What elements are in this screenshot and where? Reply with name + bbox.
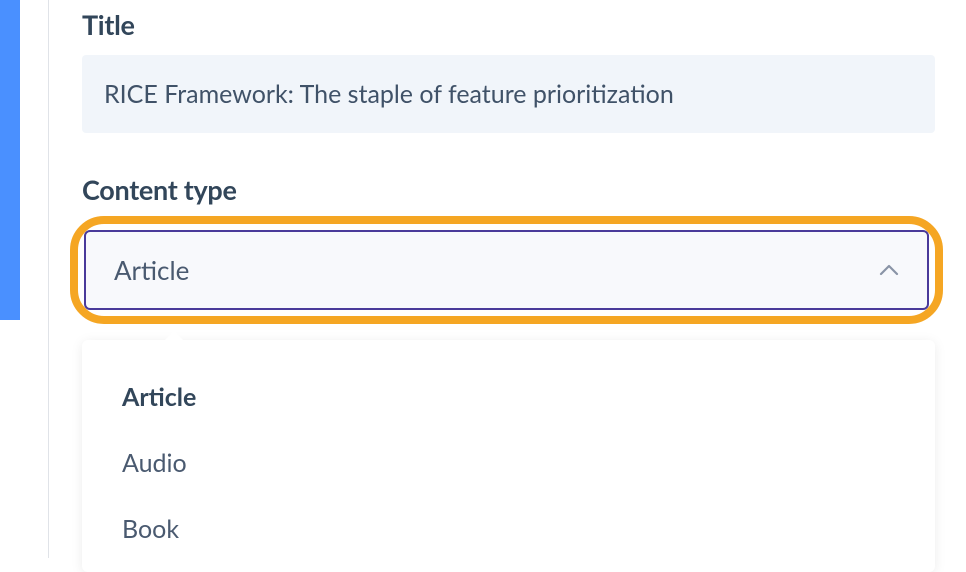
dropdown-option-article[interactable]: Article [82, 364, 935, 430]
content-type-dropdown: Article Audio Book [82, 340, 935, 572]
form-content: Title Content type Article [82, 0, 936, 324]
chevron-up-icon [879, 264, 899, 276]
highlight-annotation: Article [70, 216, 943, 324]
dropdown-option-audio[interactable]: Audio [82, 430, 935, 496]
content-type-selected-value: Article [114, 254, 189, 286]
dropdown-pointer [164, 331, 184, 341]
title-label: Title [82, 8, 936, 41]
content-type-select[interactable]: Article [84, 230, 929, 310]
dropdown-option-book[interactable]: Book [82, 496, 935, 562]
left-accent-bar [0, 0, 20, 320]
title-input[interactable] [82, 55, 935, 133]
vertical-divider [48, 0, 49, 558]
content-type-label: Content type [82, 173, 936, 206]
